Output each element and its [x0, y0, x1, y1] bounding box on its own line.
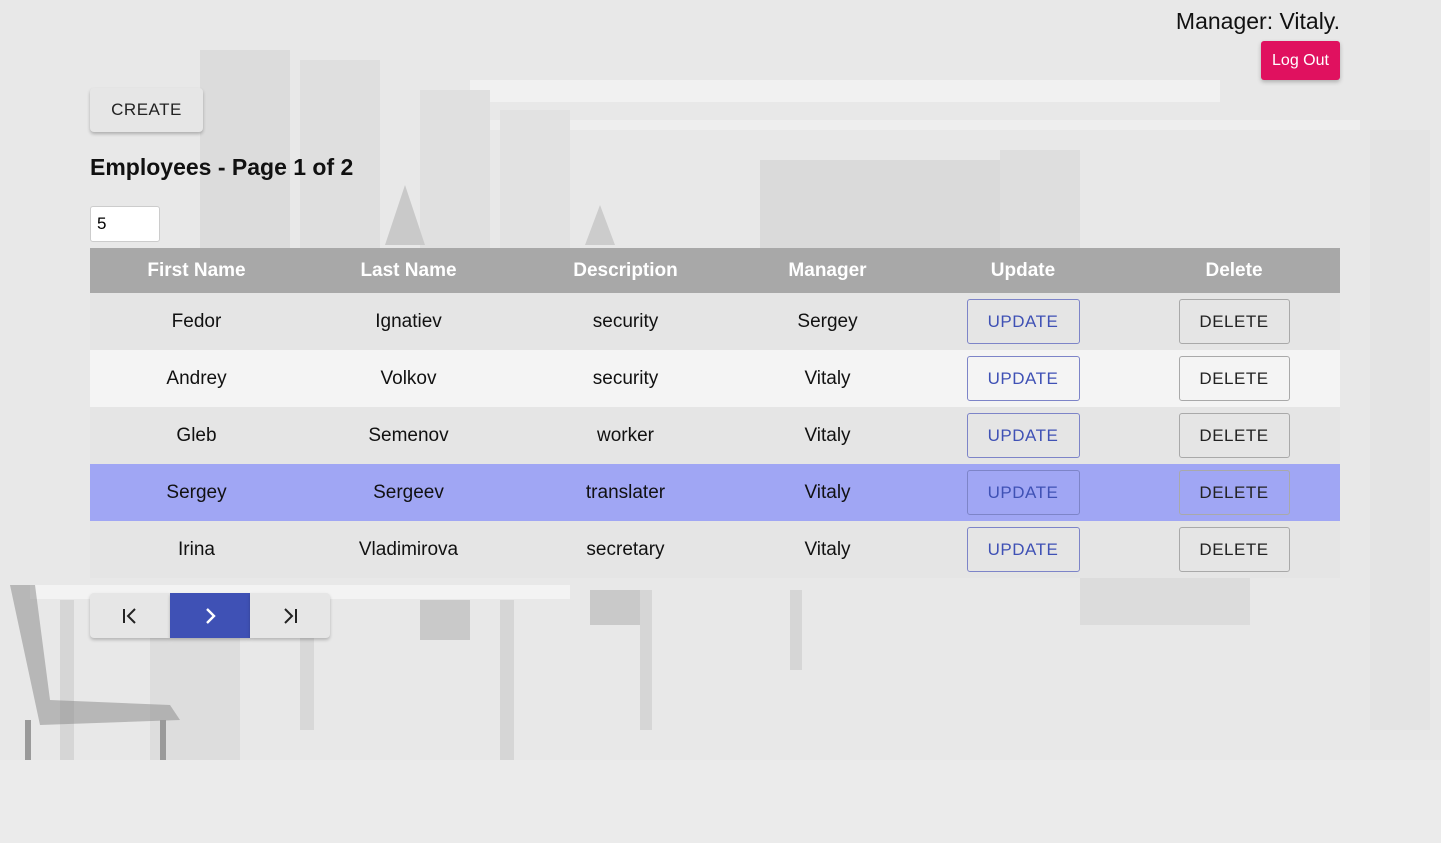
logout-button[interactable]: Log Out: [1261, 41, 1340, 80]
cell-delete: DELETE: [1128, 464, 1340, 521]
page-title: Employees - Page 1 of 2: [90, 154, 354, 180]
cell-last-name: Ignatiev: [303, 293, 514, 350]
cell-manager: Vitaly: [737, 350, 918, 407]
first-page-button[interactable]: [90, 593, 170, 638]
column-header-description: Description: [514, 248, 737, 293]
column-header-first-name: First Name: [90, 248, 303, 293]
cell-manager: Vitaly: [737, 407, 918, 464]
update-button[interactable]: UPDATE: [966, 356, 1080, 401]
cell-delete: DELETE: [1128, 407, 1340, 464]
delete-button[interactable]: DELETE: [1178, 470, 1290, 515]
cell-manager: Vitaly: [737, 521, 918, 578]
delete-button[interactable]: DELETE: [1178, 527, 1290, 572]
delete-button[interactable]: DELETE: [1178, 413, 1290, 458]
update-button[interactable]: UPDATE: [966, 527, 1080, 572]
table-row[interactable]: Irina Vladimirova secretary Vitaly UPDAT…: [90, 521, 1340, 578]
cell-description: translater: [514, 464, 737, 521]
cell-description: secretary: [514, 521, 737, 578]
last-page-icon: [284, 607, 297, 624]
cell-update: UPDATE: [918, 464, 1128, 521]
column-header-last-name: Last Name: [303, 248, 514, 293]
cell-first-name: Sergey: [90, 464, 303, 521]
cell-delete: DELETE: [1128, 350, 1340, 407]
cell-update: UPDATE: [918, 521, 1128, 578]
first-page-icon: [123, 607, 136, 624]
column-header-manager: Manager: [737, 248, 918, 293]
table-row[interactable]: Gleb Semenov worker Vitaly UPDATE DELETE: [90, 407, 1340, 464]
cell-delete: DELETE: [1128, 521, 1340, 578]
last-page-button[interactable]: [250, 593, 330, 638]
cell-last-name: Sergeev: [303, 464, 514, 521]
cell-description: worker: [514, 407, 737, 464]
cell-update: UPDATE: [918, 350, 1128, 407]
create-button[interactable]: CREATE: [90, 88, 203, 132]
update-button[interactable]: UPDATE: [966, 299, 1080, 344]
cell-last-name: Vladimirova: [303, 521, 514, 578]
cell-delete: DELETE: [1128, 293, 1340, 350]
next-page-button[interactable]: [170, 593, 250, 638]
page-size-input[interactable]: [90, 206, 160, 242]
cell-manager: Sergey: [737, 293, 918, 350]
cell-first-name: Gleb: [90, 407, 303, 464]
update-button[interactable]: UPDATE: [966, 413, 1080, 458]
column-header-update: Update: [918, 248, 1128, 293]
delete-button[interactable]: DELETE: [1178, 299, 1290, 344]
table-row[interactable]: Fedor Ignatiev security Sergey UPDATE DE…: [90, 293, 1340, 350]
employees-table: First Name Last Name Description Manager…: [90, 248, 1340, 578]
update-button[interactable]: UPDATE: [966, 470, 1080, 515]
cell-description: security: [514, 293, 737, 350]
column-header-delete: Delete: [1128, 248, 1340, 293]
table-row[interactable]: Andrey Volkov security Vitaly UPDATE DEL…: [90, 350, 1340, 407]
cell-first-name: Irina: [90, 521, 303, 578]
cell-description: security: [514, 350, 737, 407]
manager-label: Manager: Vitaly.: [1175, 8, 1340, 34]
cell-first-name: Andrey: [90, 350, 303, 407]
cell-last-name: Semenov: [303, 407, 514, 464]
cell-manager: Vitaly: [737, 464, 918, 521]
delete-button[interactable]: DELETE: [1178, 356, 1290, 401]
pagination: [90, 593, 330, 638]
table-header-row: First Name Last Name Description Manager…: [90, 248, 1340, 293]
cell-first-name: Fedor: [90, 293, 303, 350]
cell-update: UPDATE: [918, 407, 1128, 464]
chevron-right-icon: [206, 607, 216, 624]
cell-update: UPDATE: [918, 293, 1128, 350]
cell-last-name: Volkov: [303, 350, 514, 407]
table-row-selected[interactable]: Sergey Sergeev translater Vitaly UPDATE …: [90, 464, 1340, 521]
